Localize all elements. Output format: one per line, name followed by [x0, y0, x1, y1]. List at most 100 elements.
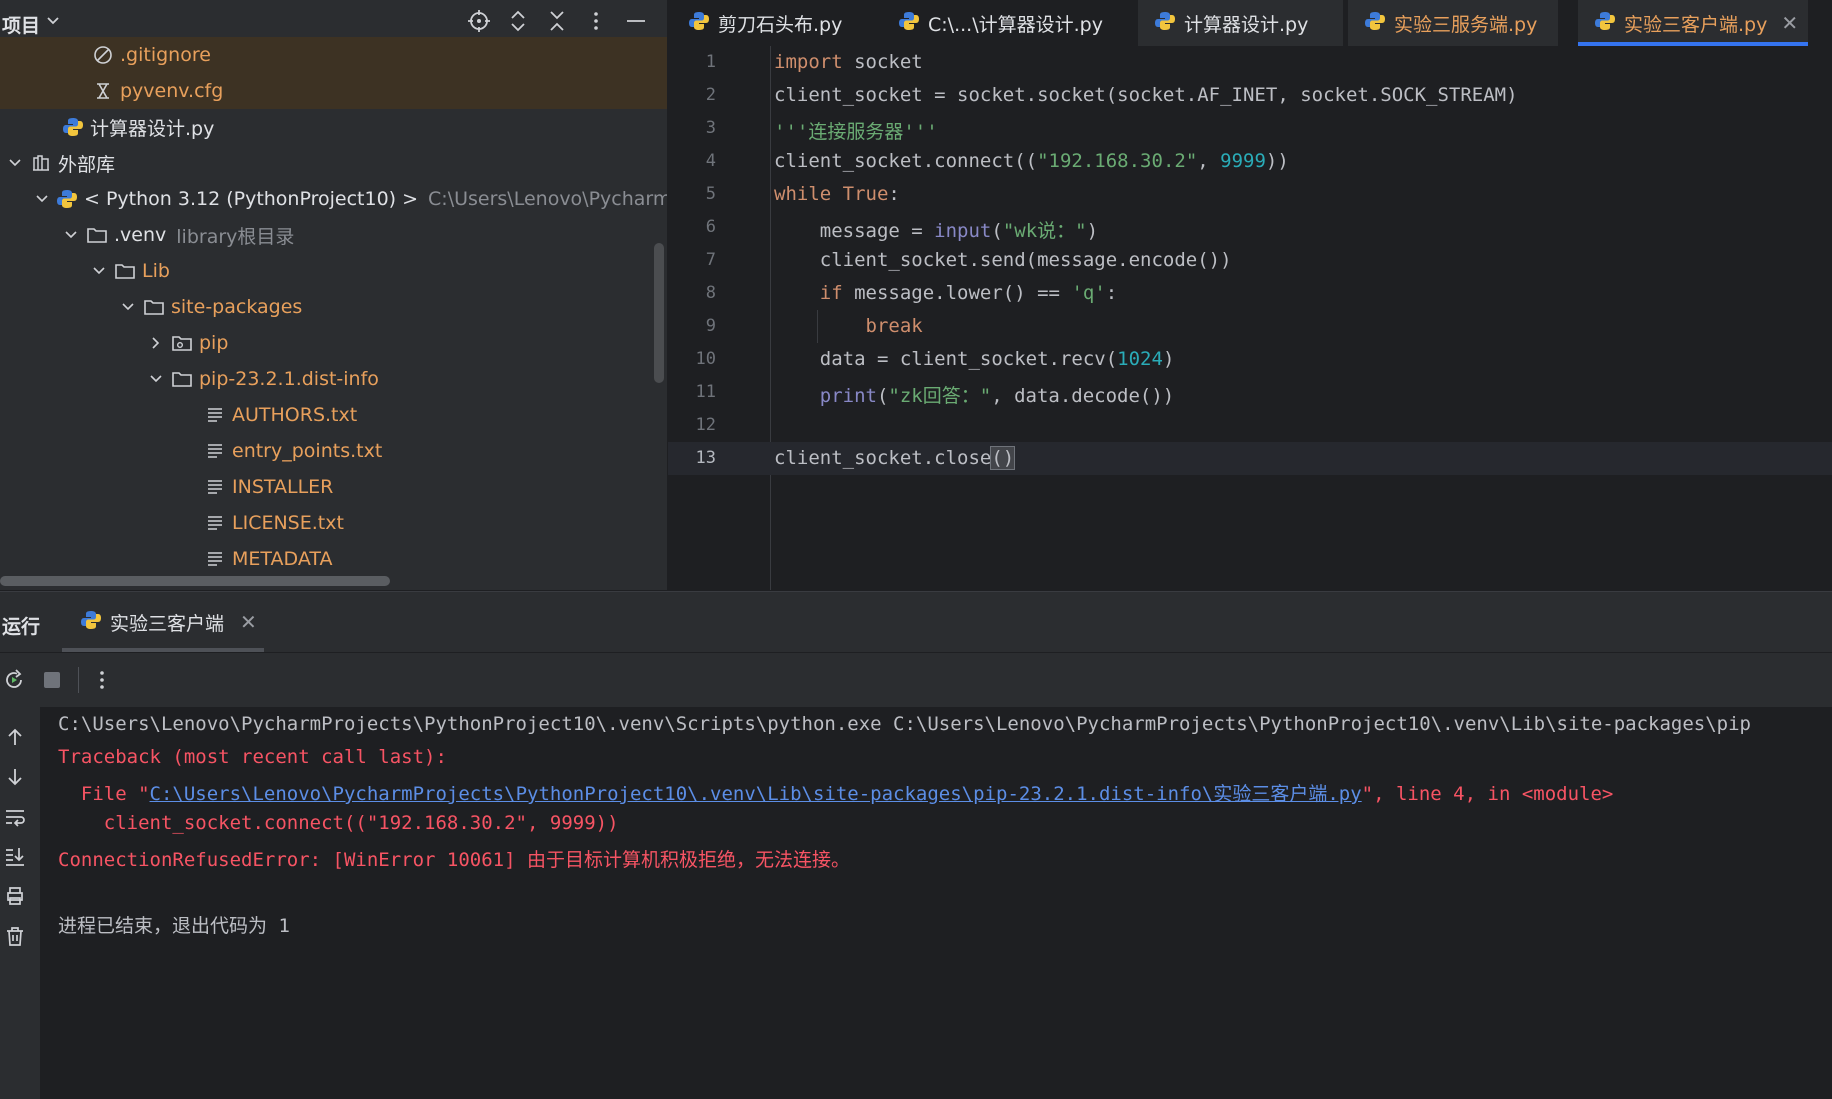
more-options-icon[interactable] — [580, 5, 612, 37]
code-line[interactable]: 9 break — [668, 310, 1832, 343]
collapse-all-icon[interactable] — [541, 5, 573, 37]
tree-item-site-packages[interactable]: site-packages — [0, 289, 667, 325]
tree-item-python-sdk[interactable]: < Python 3.12 (PythonProject10) > C:\Use… — [0, 181, 667, 217]
stop-icon[interactable] — [38, 666, 66, 694]
line-number[interactable]: 10 — [668, 349, 716, 369]
code-token: message.lower() == — [842, 282, 1072, 304]
folder-icon — [143, 296, 165, 318]
project-panel: 项目 .gitignore pyvenv.cfg 计算器设计.py 外部库 < … — [0, 0, 667, 590]
tree-item-pyvenv-cfg[interactable]: pyvenv.cfg — [0, 73, 667, 109]
code-text: while True: — [774, 183, 900, 205]
trash-icon[interactable] — [2, 923, 28, 949]
code-token: while — [774, 183, 832, 205]
line-number[interactable]: 4 — [668, 151, 716, 171]
project-view-selector[interactable]: 项目 — [2, 11, 40, 38]
close-icon[interactable]: ✕ — [240, 610, 257, 634]
tree-item-label: AUTHORS.txt — [232, 404, 358, 426]
line-number[interactable]: 5 — [668, 184, 716, 204]
code-token: 1024 — [1117, 348, 1163, 370]
editor-tab-active[interactable]: 实验三客户端.py ✕ — [1578, 0, 1808, 46]
line-number[interactable]: 13 — [668, 448, 716, 468]
file-prefix: File " — [58, 783, 150, 805]
code-line[interactable]: 11 print("zk回答：", data.decode()) — [668, 376, 1832, 409]
text-file-icon — [204, 548, 226, 570]
console-output[interactable]: C:\Users\Lenovo\PycharmProjects\PythonPr… — [58, 707, 1832, 1099]
package-folder-icon — [171, 332, 193, 354]
tree-item-label: METADATA — [232, 548, 333, 570]
vertical-scrollbar[interactable] — [654, 243, 664, 383]
chevron-down-icon[interactable] — [6, 154, 24, 172]
code-token: "192.168.30.2" — [1037, 150, 1198, 172]
tree-item-entry-points[interactable]: entry_points.txt — [0, 433, 667, 469]
more-options-icon[interactable] — [88, 666, 116, 694]
tree-item-gitignore[interactable]: .gitignore — [0, 37, 667, 73]
run-side-toolbar — [0, 706, 40, 1099]
tree-item-label: pyvenv.cfg — [120, 80, 224, 102]
horizontal-scrollbar[interactable] — [0, 576, 390, 586]
line-number[interactable]: 2 — [668, 85, 716, 105]
chevron-down-icon[interactable] — [119, 298, 137, 316]
chevron-down-icon[interactable] — [44, 9, 62, 36]
code-line[interactable]: 12 — [668, 409, 1832, 442]
code-token: , data.decode()) — [991, 385, 1175, 407]
chevron-down-icon[interactable] — [147, 370, 165, 388]
line-number[interactable]: 11 — [668, 382, 716, 402]
code-line[interactable]: 4 client_socket.connect(("192.168.30.2", … — [668, 145, 1832, 178]
code-line[interactable]: 7 client_socket.send(message.encode()) — [668, 244, 1832, 277]
code-token: "zk回答：" — [888, 385, 992, 407]
soft-wrap-icon[interactable] — [2, 804, 28, 830]
rerun-icon[interactable] — [0, 666, 28, 694]
code-token: True — [842, 183, 889, 205]
code-token: ) — [1162, 348, 1175, 370]
editor-tab[interactable]: C:\...\计算器设计.py — [898, 0, 1120, 46]
chevron-down-icon[interactable] — [90, 262, 108, 280]
code-line[interactable]: 13 client_socket.close() — [668, 442, 1832, 475]
tree-item-installer[interactable]: INSTALLER — [0, 469, 667, 505]
tree-item-lib[interactable]: Lib — [0, 253, 667, 289]
console-traceback-header: Traceback (most recent call last): — [58, 746, 447, 768]
line-number[interactable]: 7 — [668, 250, 716, 270]
tree-item-metadata[interactable]: METADATA — [0, 541, 667, 577]
chevron-down-icon[interactable] — [34, 190, 50, 208]
run-config-tab[interactable]: 实验三客户端 ✕ — [62, 592, 264, 652]
line-number[interactable]: 8 — [668, 283, 716, 303]
line-number[interactable]: 3 — [668, 118, 716, 138]
tree-item-pip-dist-info[interactable]: pip-23.2.1.dist-info — [0, 361, 667, 397]
tree-item-authors[interactable]: AUTHORS.txt — [0, 397, 667, 433]
code-line[interactable]: 10 data = client_socket.recv(1024) — [668, 343, 1832, 376]
chevron-down-icon[interactable] — [62, 226, 80, 244]
line-number[interactable]: 1 — [668, 52, 716, 72]
code-line[interactable]: 8 if message.lower() == 'q': — [668, 277, 1832, 310]
code-line[interactable]: 5 while True: — [668, 178, 1832, 211]
scroll-to-end-icon[interactable] — [2, 843, 28, 869]
code-line[interactable]: 3 '''连接服务器''' — [668, 112, 1832, 145]
code-line[interactable]: 1 import socket — [668, 46, 1832, 79]
code-text: if message.lower() == 'q': — [774, 282, 1117, 304]
editor-tab[interactable]: 计算器设计.py — [1138, 0, 1343, 46]
console-file-link[interactable]: C:\Users\Lenovo\PycharmProjects\PythonPr… — [150, 783, 1362, 805]
line-number[interactable]: 6 — [668, 217, 716, 237]
arrow-up-icon[interactable] — [2, 724, 28, 750]
code-editor[interactable]: 剪刀石头布.py C:\...\计算器设计.py 计算器设计.py 实验三服务端… — [668, 0, 1832, 590]
tree-item-pip[interactable]: pip — [0, 325, 667, 361]
locate-file-icon[interactable] — [463, 5, 495, 37]
code-line[interactable]: 6 message = input("wk说：") — [668, 211, 1832, 244]
line-number[interactable]: 12 — [668, 415, 716, 435]
close-icon[interactable]: ✕ — [1781, 11, 1798, 35]
tree-item-venv[interactable]: .venv library根目录 — [0, 217, 667, 253]
tree-item-license[interactable]: LICENSE.txt — [0, 505, 667, 541]
line-number[interactable]: 9 — [668, 316, 716, 336]
minimize-icon[interactable] — [620, 5, 652, 37]
expand-all-icon[interactable] — [502, 5, 534, 37]
arrow-down-icon[interactable] — [2, 764, 28, 790]
code-token: socket — [842, 51, 923, 73]
chevron-right-icon[interactable] — [147, 334, 165, 352]
tree-item-external-libraries[interactable]: 外部库 — [0, 145, 667, 181]
code-line[interactable]: 2 client_socket = socket.socket(socket.AF… — [668, 79, 1832, 112]
editor-tab[interactable]: 剪刀石头布.py — [688, 0, 873, 46]
tree-item-calculator-py[interactable]: 计算器设计.py — [0, 109, 667, 145]
print-icon[interactable] — [2, 883, 28, 909]
code-token: : — [888, 183, 900, 205]
editor-tab[interactable]: 实验三服务端.py — [1348, 0, 1558, 46]
